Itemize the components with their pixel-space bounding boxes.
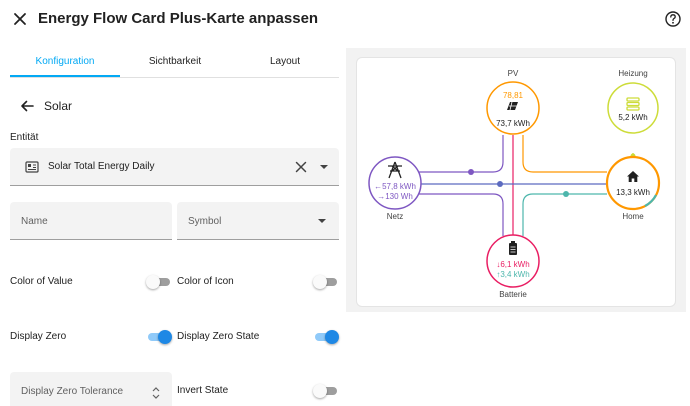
home-value: 13,3 kWh [616, 188, 650, 197]
close-icon[interactable] [11, 10, 29, 28]
switch-knob [146, 275, 160, 289]
display-zero-tolerance-input[interactable]: Display Zero Tolerance [10, 372, 172, 406]
heating-value: 5,2 kWh [618, 113, 647, 122]
pv-secondary: 78,81 [503, 91, 524, 100]
color-of-icon-label: Color of Icon [177, 276, 234, 287]
home-label: Home [622, 212, 644, 221]
pv-label: PV [508, 69, 519, 78]
pv-value: 73,7 kWh [496, 119, 530, 128]
dropdown-arrow-icon [318, 219, 326, 223]
tab-konfiguration[interactable]: Konfiguration [10, 48, 120, 78]
battery-out: ↓6,1 kWh [496, 260, 529, 269]
tab-sichtbarkeit[interactable]: Sichtbarkeit [120, 48, 230, 78]
symbol-select-label: Symbol [188, 216, 222, 227]
display-zero-label: Display Zero [10, 331, 67, 342]
color-of-value-label: Color of Value [10, 276, 73, 287]
dropdown-arrow-icon[interactable] [320, 164, 328, 170]
switch-knob [313, 384, 327, 398]
back-arrow-icon[interactable] [19, 98, 35, 114]
grid-return: →130 Wh [377, 192, 413, 201]
name-input-label: Name [21, 216, 48, 227]
dialog-title: Energy Flow Card Plus-Karte anpassen [38, 10, 319, 27]
switch-knob [325, 330, 339, 344]
tab-layout[interactable]: Layout [230, 48, 340, 78]
color-of-value-switch[interactable] [146, 275, 172, 289]
flow-dot-grid [468, 169, 474, 175]
switch-knob [313, 275, 327, 289]
color-of-icon-switch[interactable] [313, 275, 339, 289]
invert-state-label: Invert State [177, 385, 229, 396]
flow-solar-to-home [522, 135, 607, 173]
tab-bar: Konfiguration Sichtbarkeit Layout [10, 48, 339, 78]
display-zero-switch[interactable] [146, 330, 172, 344]
display-zero-state-switch[interactable] [313, 330, 339, 344]
display-zero-state-label: Display Zero State [177, 331, 260, 342]
heating-label: Heizung [618, 69, 647, 78]
help-icon[interactable] [664, 10, 682, 28]
invert-state-switch[interactable] [313, 384, 339, 398]
entity-picker[interactable]: Solar Total Energy Daily [10, 148, 339, 186]
active-tab-indicator [10, 75, 120, 77]
energy-flow-card: PV 78,81 73,7 kWh Heizung 5,2 kWh ←57,8 … [356, 57, 676, 307]
section-title: Solar [44, 99, 73, 113]
energy-flow-diagram: PV 78,81 73,7 kWh Heizung 5,2 kWh ←57,8 … [368, 69, 661, 299]
flow-dot-battery [563, 191, 569, 197]
switch-knob [158, 330, 172, 344]
dialog-header: Energy Flow Card Plus-Karte anpassen [0, 0, 690, 40]
flow-solar-to-grid [409, 135, 504, 173]
display-zero-tolerance-label: Display Zero Tolerance [21, 386, 124, 397]
name-input[interactable]: Name [10, 202, 172, 240]
flow-battery-to-home [522, 193, 607, 236]
entity-label: Entität [10, 132, 39, 143]
battery-in: ↑3,4 kWh [496, 270, 529, 279]
flow-dot-grid-home [497, 181, 503, 187]
grid-label: Netz [387, 212, 403, 221]
spinner-icon[interactable] [151, 386, 161, 400]
clear-icon[interactable] [295, 161, 307, 173]
battery-icon [509, 241, 517, 255]
battery-label: Batterie [499, 290, 527, 299]
entity-value: Solar Total Energy Daily [48, 161, 155, 172]
heating-node[interactable] [607, 82, 659, 134]
grid-consumption: ←57,8 kWh [374, 182, 416, 191]
symbol-select[interactable]: Symbol [177, 202, 339, 240]
flow-grid-to-battery [409, 193, 504, 236]
card-preview: PV 78,81 73,7 kWh Heizung 5,2 kWh ←57,8 … [346, 48, 686, 312]
meter-icon [25, 161, 39, 173]
